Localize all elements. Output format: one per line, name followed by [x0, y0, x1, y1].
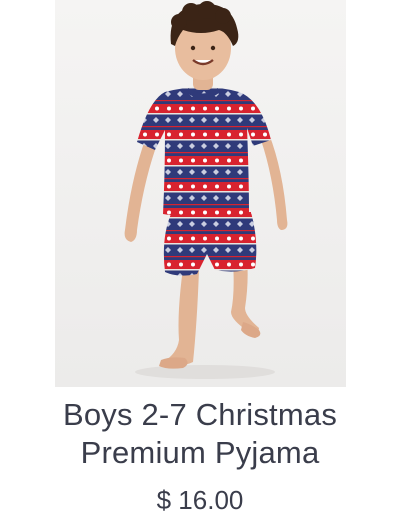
- product-title-line-2: Premium Pyjama: [80, 435, 320, 470]
- product-card[interactable]: Boys 2-7 Christmas Premium Pyjama $ 16.0…: [0, 0, 400, 520]
- product-price: $ 16.00: [156, 485, 244, 515]
- product-title-line-1: Boys 2-7 Christmas: [62, 397, 338, 432]
- product-image[interactable]: [55, 0, 346, 387]
- product-photo-illustration: [55, 0, 346, 387]
- product-title[interactable]: Boys 2-7 Christmas Premium Pyjama: [0, 396, 400, 472]
